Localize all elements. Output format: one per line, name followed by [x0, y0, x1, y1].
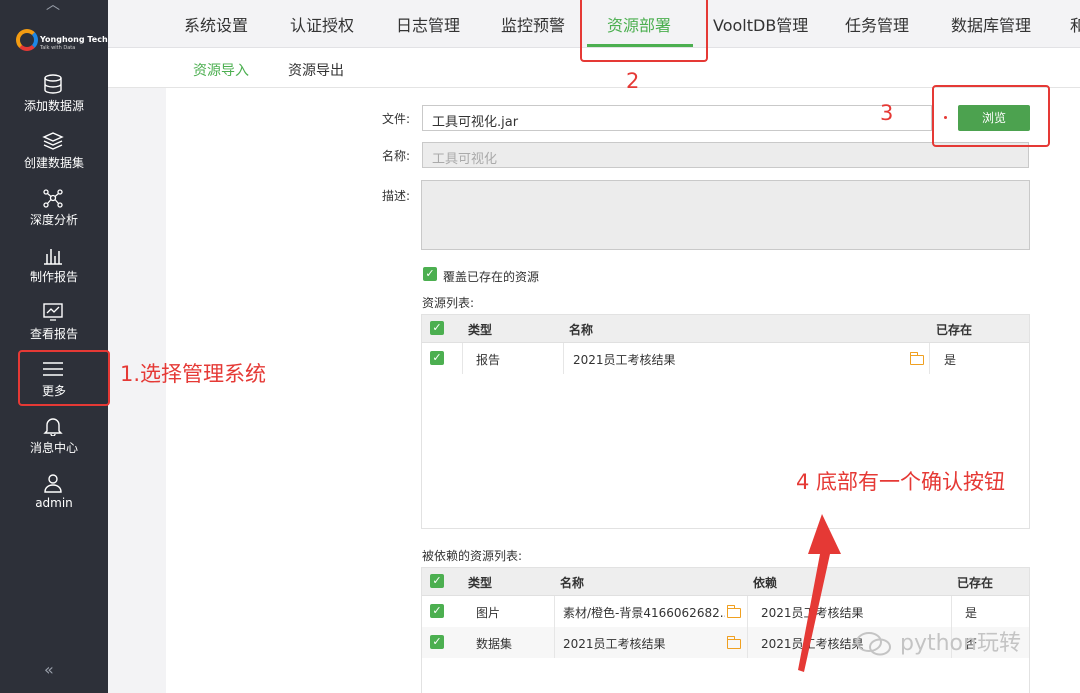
- folder-icon[interactable]: [726, 636, 741, 649]
- file-input[interactable]: 工具可视化.jar: [422, 105, 932, 131]
- user-icon: [44, 474, 62, 493]
- column-header-exists: 已存在: [957, 576, 994, 590]
- annotation-box-resource-deploy: [580, 0, 708, 62]
- annotation-step-1: 1.选择管理系统: [120, 362, 267, 386]
- sidebar-item-deep-analysis[interactable]: 深度分析: [0, 184, 108, 236]
- column-divider: [554, 596, 555, 627]
- cell-type: 图片: [476, 606, 501, 620]
- column-header-type: 类型: [468, 576, 493, 590]
- logo: Yonghong Tech Talk with Data: [16, 25, 108, 59]
- select-all-checkbox[interactable]: ✓: [430, 574, 444, 588]
- cell-type: 报告: [476, 353, 501, 367]
- monitor-chart-icon: [43, 303, 63, 321]
- chevron-up-icon[interactable]: ︿: [46, 0, 60, 14]
- cell-exists: 是: [965, 606, 978, 620]
- sidebar-item-label: 深度分析: [29, 213, 78, 227]
- annotation-box-more: [18, 350, 110, 406]
- subtab-resource-import[interactable]: 资源导入: [193, 60, 249, 80]
- overwrite-label: 覆盖已存在的资源: [443, 270, 540, 284]
- column-divider: [951, 596, 952, 627]
- collapse-sidebar-icon[interactable]: «: [44, 660, 54, 679]
- layers-icon: [42, 132, 64, 150]
- sidebar-item-label: 查看报告: [29, 327, 78, 341]
- select-all-checkbox[interactable]: ✓: [430, 321, 444, 335]
- logo-ring-icon: [16, 29, 38, 51]
- description-textarea[interactable]: [421, 180, 1030, 250]
- sidebar-item-add-datasource[interactable]: 添加数据源: [0, 70, 108, 122]
- table-header: ✓ 类型 名称 依赖 已存在: [422, 568, 1029, 596]
- tab-auth[interactable]: 认证授权: [290, 12, 354, 36]
- description-label: 描述:: [382, 189, 411, 203]
- table-row[interactable]: ✓ 报告 2021员工考核结果 是: [422, 343, 1029, 374]
- tab-monitoring[interactable]: 监控预警: [501, 12, 565, 36]
- cell-name: 素材/橙色-背景4166062682..: [563, 606, 725, 620]
- tab-vooltdb[interactable]: VooltDB管理: [713, 12, 808, 36]
- column-divider: [563, 343, 564, 374]
- overwrite-checkbox[interactable]: ✓: [423, 267, 437, 281]
- row-checkbox[interactable]: ✓: [430, 351, 444, 365]
- table-row[interactable]: ✓ 图片 素材/橙色-背景4166062682.. 2021员工考核结果 是: [422, 596, 1029, 627]
- column-header-exists: 已存在: [936, 323, 973, 337]
- sidebar-item-view-report[interactable]: 查看报告: [0, 298, 108, 350]
- column-divider: [462, 343, 463, 374]
- cell-type: 数据集: [476, 637, 513, 651]
- sidebar-item-label: 创建数据集: [23, 156, 84, 170]
- resource-list-table: ✓ 类型 名称 已存在 ✓ 报告 2021员工考核结果 是: [421, 314, 1030, 529]
- watermark-text: python玩转: [900, 631, 1021, 656]
- sidebar-item-label: admin: [35, 496, 73, 510]
- cell-name: 2021员工考核结果: [563, 637, 666, 651]
- logo-brand: Yonghong Tech: [40, 35, 108, 44]
- tab-logs[interactable]: 日志管理: [396, 12, 460, 36]
- watermark: python玩转: [855, 625, 1021, 658]
- dependency-list-title: 被依赖的资源列表:: [422, 549, 523, 563]
- logo-tagline: Talk with Data: [40, 45, 76, 51]
- folder-icon[interactable]: [726, 605, 741, 618]
- resource-list-title: 资源列表:: [422, 296, 475, 310]
- sidebar-item-message-center[interactable]: 消息中心: [0, 412, 108, 464]
- sidebar: ︿ Yonghong Tech Talk with Data 添加数据源 创建数…: [0, 0, 108, 693]
- sidebar-item-admin[interactable]: admin: [0, 469, 108, 521]
- wechat-icon: [856, 632, 891, 656]
- row-checkbox[interactable]: ✓: [430, 635, 444, 649]
- tab-database-management[interactable]: 数据库管理: [951, 12, 1031, 36]
- tab-task-management[interactable]: 任务管理: [845, 12, 909, 36]
- column-header-name: 名称: [560, 576, 585, 590]
- table-header: ✓ 类型 名称 已存在: [422, 315, 1029, 343]
- tab-overflow[interactable]: 和: [1070, 12, 1080, 36]
- annotation-arrow-icon: [798, 514, 841, 672]
- network-icon: [43, 189, 63, 208]
- name-label: 名称:: [382, 149, 411, 163]
- cell-name: 2021员工考核结果: [573, 353, 676, 367]
- sidebar-item-create-dataset[interactable]: 创建数据集: [0, 127, 108, 179]
- bar-chart-icon: [44, 249, 62, 265]
- bell-icon: [43, 418, 63, 436]
- column-divider: [929, 343, 930, 374]
- column-header-name: 名称: [569, 323, 594, 337]
- sidebar-item-label: 消息中心: [29, 441, 78, 455]
- row-checkbox[interactable]: ✓: [430, 604, 444, 618]
- subtab-resource-export[interactable]: 资源导出: [288, 60, 344, 80]
- folder-icon[interactable]: [909, 352, 924, 365]
- column-divider: [554, 627, 555, 658]
- cell-exists: 是: [944, 353, 957, 367]
- sidebar-item-make-report[interactable]: 制作报告: [0, 241, 108, 293]
- database-icon: [44, 74, 62, 94]
- annotation-step-3: 3: [880, 101, 894, 125]
- tab-system-settings[interactable]: 系统设置: [184, 12, 248, 36]
- annotation-step-2: 2: [626, 69, 640, 93]
- sidebar-item-label: 添加数据源: [23, 99, 84, 113]
- annotation-step-4: 4 底部有一个确认按钮: [796, 470, 1006, 494]
- annotation-box-browse: [932, 85, 1050, 147]
- column-divider: [747, 596, 748, 627]
- column-header-dependency: 依赖: [753, 576, 778, 590]
- sidebar-item-label: 制作报告: [29, 270, 78, 284]
- column-divider: [747, 627, 748, 658]
- column-header-type: 类型: [468, 323, 493, 337]
- file-label: 文件:: [382, 112, 411, 126]
